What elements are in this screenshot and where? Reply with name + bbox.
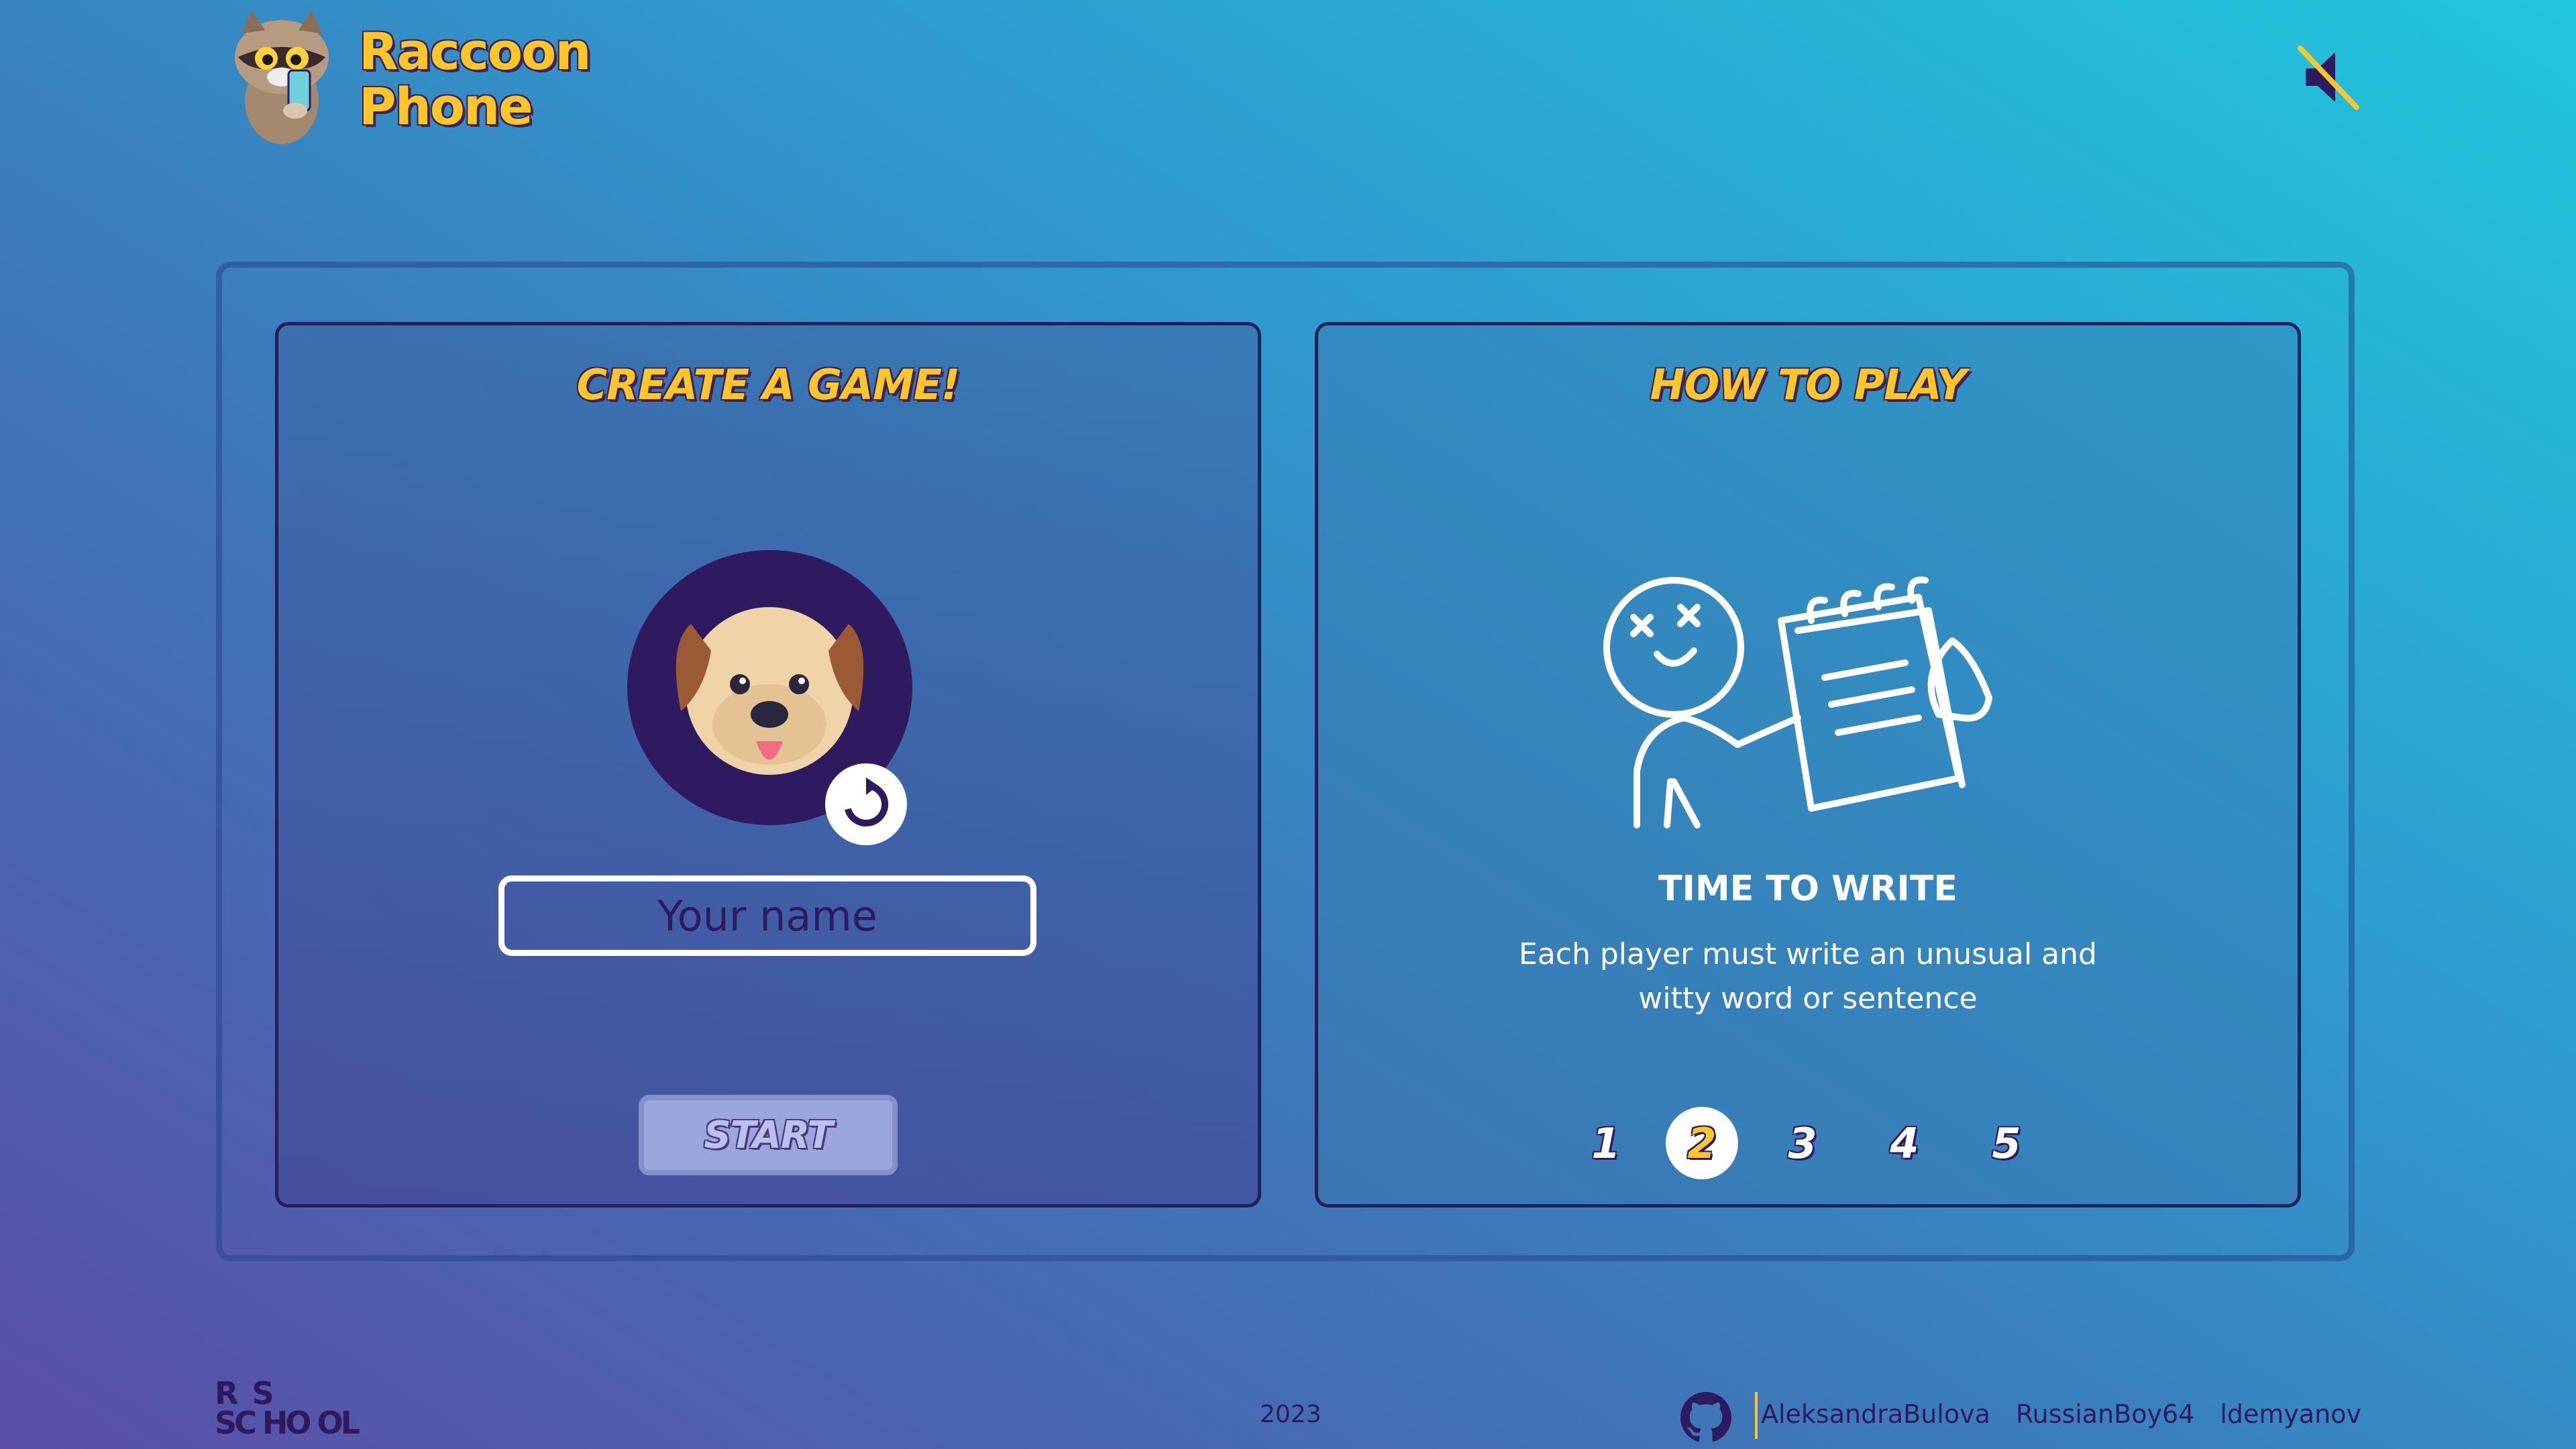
authors-list: AleksandraBulova RussianBoy64 ldemyanov xyxy=(1761,1399,2361,1429)
rs-school-logo[interactable]: R S SC HO OL xyxy=(215,1375,376,1442)
rs-school-logo-line1: R S xyxy=(215,1375,274,1411)
step-title: TIME TO WRITE xyxy=(1658,869,1957,909)
author-link-russianboy64[interactable]: RussianBoy64 xyxy=(2016,1399,2194,1429)
mute-button[interactable] xyxy=(2291,40,2365,114)
name-input[interactable] xyxy=(498,875,1036,956)
author-link-aleksandrabulova[interactable]: AleksandraBulova xyxy=(1761,1399,1990,1429)
step-pagination: 1 2 3 4 5 xyxy=(0,1107,2576,1181)
step-1[interactable]: 1 xyxy=(1570,1107,1642,1179)
speaker-muted-icon xyxy=(2298,46,2359,110)
author-link-ldemyanov[interactable]: ldemyanov xyxy=(2220,1399,2361,1429)
rs-school-logo-line2: SC HO OL xyxy=(215,1405,360,1441)
step-5[interactable]: 5 xyxy=(1970,1107,2043,1179)
refresh-avatar-button[interactable] xyxy=(825,763,907,845)
refresh-icon xyxy=(845,777,889,826)
github-icon[interactable] xyxy=(1680,1392,1731,1443)
copyright-year: 2023 xyxy=(1260,1401,1322,1428)
app-name-line2: Phone xyxy=(359,76,533,136)
step-3[interactable]: 3 xyxy=(1766,1107,1839,1179)
create-game-panel: CREATE A GAME! xyxy=(275,322,1261,1208)
step-description: Each player must write an unusual and wi… xyxy=(1519,937,2097,1016)
step-4[interactable]: 4 xyxy=(1868,1107,1941,1179)
create-game-title: CREATE A GAME! xyxy=(576,360,961,409)
how-to-play-title: HOW TO PLAY xyxy=(1650,360,1967,409)
raccoon-logo-icon xyxy=(235,10,329,144)
person-writing-notepad-icon xyxy=(1603,576,1992,828)
footer-divider xyxy=(1755,1392,1758,1439)
step-2[interactable]: 2 xyxy=(1666,1107,1738,1179)
app-logo: Raccoon Phone xyxy=(225,10,591,148)
dog-avatar-icon xyxy=(676,607,864,775)
app-name-line1: Raccoon xyxy=(359,21,591,81)
app-name: Raccoon Phone xyxy=(339,21,591,136)
